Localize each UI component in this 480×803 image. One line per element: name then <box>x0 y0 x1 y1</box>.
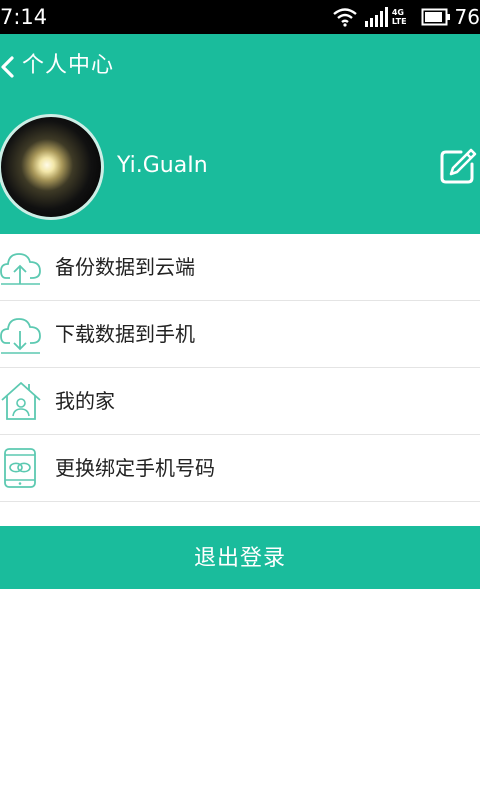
profile-header: 个人中心 Yi.GuaIn <box>0 34 480 234</box>
settings-menu: 备份数据到云端 下载数据到手机 我的家 更换绑定手机号码 <box>0 234 480 502</box>
avatar[interactable] <box>0 114 104 220</box>
status-bar: 7:14 4G LTE 76 <box>0 0 480 34</box>
status-time: 7:14 <box>0 5 48 29</box>
home-icon <box>0 380 42 422</box>
back-arrow-icon[interactable] <box>0 55 20 79</box>
menu-item-my-home[interactable]: 我的家 <box>0 368 480 435</box>
network-type: 4G LTE <box>392 8 407 26</box>
username: Yi.GuaIn <box>117 153 208 178</box>
battery-percentage: 76 <box>454 5 480 29</box>
wifi-icon <box>332 7 358 27</box>
signal-icon <box>364 7 390 27</box>
cloud-upload-icon <box>0 246 42 288</box>
network-label: 4G <box>391 8 404 17</box>
network-sub-label: LTE <box>391 17 407 26</box>
status-icons: 4G LTE 76 <box>332 5 480 29</box>
edit-icon[interactable] <box>439 147 477 185</box>
menu-item-backup-cloud[interactable]: 备份数据到云端 <box>0 234 480 301</box>
menu-item-change-phone[interactable]: 更换绑定手机号码 <box>0 435 480 502</box>
menu-item-label: 下载数据到手机 <box>55 322 195 346</box>
logout-button[interactable]: 退出登录 <box>0 526 480 589</box>
page-title: 个人中心 <box>22 53 115 78</box>
menu-item-label: 我的家 <box>55 389 115 413</box>
battery-icon <box>421 8 451 26</box>
phone-link-icon <box>0 447 42 489</box>
menu-item-label: 更换绑定手机号码 <box>55 456 215 480</box>
menu-item-download-phone[interactable]: 下载数据到手机 <box>0 301 480 368</box>
menu-item-label: 备份数据到云端 <box>55 255 195 279</box>
cloud-download-icon <box>0 313 42 355</box>
